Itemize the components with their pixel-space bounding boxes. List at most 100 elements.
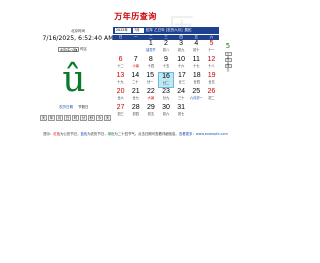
calendar-day[interactable]: 30 初六 bbox=[158, 104, 173, 120]
lunar-label: 廿五 bbox=[208, 80, 215, 84]
calendar-day[interactable]: 8 十四 bbox=[143, 56, 158, 72]
calendar-day[interactable]: 7 小暑 bbox=[128, 56, 143, 72]
lunar-label: 十五 bbox=[162, 64, 170, 68]
next-month-button[interactable]: 下月 bbox=[224, 58, 232, 65]
calendar-day[interactable]: 27 初三 bbox=[113, 104, 128, 120]
calendar-day[interactable]: 9 十五 bbox=[158, 56, 173, 72]
day-number: 27 bbox=[116, 104, 125, 111]
today-button[interactable]: 今天 bbox=[224, 64, 232, 71]
calendar-day[interactable]: 12 十八 bbox=[204, 56, 219, 72]
lunar-label: 廿三 bbox=[178, 80, 186, 84]
lunar-label: 廿九 bbox=[162, 96, 170, 100]
lunar-label: 初四 bbox=[132, 112, 139, 116]
calendar-day[interactable]: 23 廿九 bbox=[158, 88, 173, 104]
calendar-day[interactable]: 26 初二 bbox=[204, 88, 219, 104]
calendar-day[interactable]: 20 廿六 bbox=[113, 88, 128, 104]
day-number: 16 bbox=[162, 73, 170, 80]
day-number: 11 bbox=[192, 56, 200, 63]
calendar-day[interactable]: 13 十九 bbox=[113, 72, 128, 88]
keypad-key[interactable]: 日 bbox=[64, 115, 71, 121]
month-select[interactable]: 7月 bbox=[133, 28, 144, 33]
calendar-day[interactable]: 24 三十 bbox=[174, 88, 189, 104]
keypad-key[interactable]: 分 bbox=[80, 115, 87, 121]
calendar-day[interactable]: 31 初七 bbox=[174, 104, 189, 120]
calendar-day[interactable]: 29 初五 bbox=[143, 104, 158, 120]
calendar-day[interactable]: 19 廿五 bbox=[204, 72, 219, 88]
calendar-week-row: 6 十二 7 小暑 8 十四 9 十五 10 十六 11 十七 12 十八 bbox=[113, 56, 219, 72]
lunar-label: 初二 bbox=[208, 96, 215, 100]
keypad-key[interactable]: 年 bbox=[48, 115, 55, 121]
glyph-caption: 农历日期 节假日 bbox=[59, 105, 89, 110]
lunar-label: 初六 bbox=[162, 112, 170, 116]
lunar-label: 小暑 bbox=[132, 64, 139, 68]
calendar-day[interactable]: 3 初九 bbox=[174, 40, 189, 56]
day-number: 6 bbox=[118, 56, 123, 63]
keypad-key[interactable]: 月 bbox=[56, 115, 63, 121]
page-title: 万年历查询 bbox=[114, 12, 157, 21]
clock-panel: 北京时间 7/16/2025, 6:52:40 AM bbox=[34, 29, 122, 42]
lunar-label: 初九 bbox=[177, 48, 185, 52]
calendar-day[interactable]: 25 六月初一 bbox=[189, 88, 204, 104]
calendar-day[interactable]: 5 十一 bbox=[204, 40, 219, 56]
calendar-week-row: 1 建党节 2 初八 3 初九 4 初十 5 十一 bbox=[113, 40, 219, 56]
lunar-label: 十九 bbox=[117, 80, 124, 84]
holiday-label: 节假日 bbox=[78, 105, 89, 109]
calendar-day[interactable]: 28 初四 bbox=[128, 104, 143, 120]
day-number: 22 bbox=[146, 88, 155, 95]
lunar-label: 建党节 bbox=[146, 48, 156, 52]
day-number: 1 bbox=[148, 40, 153, 47]
clock-time: 7/16/2025, 6:52:40 AM bbox=[42, 35, 114, 42]
day-number: 21 bbox=[131, 88, 140, 95]
calendar-day[interactable]: 17 廿三 bbox=[174, 72, 189, 88]
calendar-day[interactable]: 4 初十 bbox=[189, 40, 204, 56]
lunar-label: 廿七 bbox=[132, 96, 139, 100]
zodiac-tag: 属蛇 bbox=[184, 28, 192, 32]
day-number: 10 bbox=[177, 56, 186, 63]
day-number: 12 bbox=[207, 56, 216, 63]
day-number: 9 bbox=[164, 56, 168, 63]
zodiac-info: 蛇年 乙巳年 [农历六月] bbox=[146, 28, 183, 32]
lunar-label: 廿一 bbox=[146, 80, 154, 84]
keypad-key[interactable]: 秒 bbox=[88, 115, 95, 121]
day-number: 26 bbox=[207, 88, 216, 95]
keypad-key[interactable]: 天 bbox=[40, 115, 47, 121]
lunar-label: 初五 bbox=[147, 112, 155, 116]
footer-text: 为农历节日， bbox=[87, 132, 108, 136]
calendar-day[interactable]: 15 廿一 bbox=[143, 72, 158, 88]
calendar-grid: 1 建党节 2 初八 3 初九 4 初十 5 十一 6 十二 7 小暑 8 十四 9 十五 10 十六 11 十七 12 十八… bbox=[113, 40, 219, 120]
lunar-label: 六月初一 bbox=[189, 96, 203, 100]
lunar-label: 十六 bbox=[177, 64, 185, 68]
keypad: 天年月日时分秒今天 bbox=[40, 115, 111, 121]
lunar-label: 二十 bbox=[132, 80, 139, 84]
day-number: 18 bbox=[192, 72, 201, 79]
year-select[interactable]: 2025年 bbox=[115, 28, 131, 33]
calendar-day[interactable]: 21 廿七 bbox=[128, 88, 143, 104]
calendar-day[interactable]: 11 十七 bbox=[189, 56, 204, 72]
keypad-key[interactable]: 天 bbox=[104, 115, 111, 121]
lunar-date-link[interactable]: 农历日期 bbox=[59, 105, 73, 110]
timezone-row: 北京[东八区] ▾ 时区 bbox=[58, 46, 87, 52]
calendar-day[interactable]: 1 建党节 bbox=[143, 40, 158, 56]
calendar-day-today[interactable]: 16 廿二 bbox=[157, 72, 175, 88]
calendar-day[interactable]: 10 十六 bbox=[174, 56, 189, 72]
day-number: 28 bbox=[131, 104, 140, 111]
calendar-day[interactable]: 18 廿四 bbox=[189, 72, 204, 88]
prev-month-button[interactable]: 上月 bbox=[224, 52, 232, 59]
timezone-label: 时区 bbox=[80, 46, 87, 51]
lunar-label: 廿四 bbox=[193, 80, 200, 84]
keypad-key[interactable]: 今 bbox=[96, 115, 103, 121]
clock-caption: 北京时间 bbox=[71, 29, 85, 33]
footer-note: 提示：红色为公历节日，蓝色为农历节日，绿色为二十四节气。点击日期可查看详细信息。… bbox=[0, 131, 271, 136]
calendar-day[interactable]: 6 十二 bbox=[113, 56, 128, 72]
lunar-label: 十二 bbox=[117, 64, 124, 68]
calendar-day[interactable]: 22 大暑 bbox=[143, 88, 158, 104]
footer-link[interactable]: 查看更多：www.example.com bbox=[179, 132, 228, 136]
calendar-day[interactable]: 2 初八 bbox=[158, 40, 173, 56]
keypad-key[interactable]: 时 bbox=[72, 115, 79, 121]
day-glyph: û bbox=[62, 59, 86, 100]
timezone-select[interactable]: 北京[东八区] ▾ bbox=[58, 46, 79, 52]
day-number: 8 bbox=[148, 56, 153, 63]
calendar-day[interactable]: 14 二十 bbox=[128, 72, 143, 88]
lunar-label: 十一 bbox=[208, 48, 215, 52]
lunar-label: 初八 bbox=[162, 48, 170, 52]
